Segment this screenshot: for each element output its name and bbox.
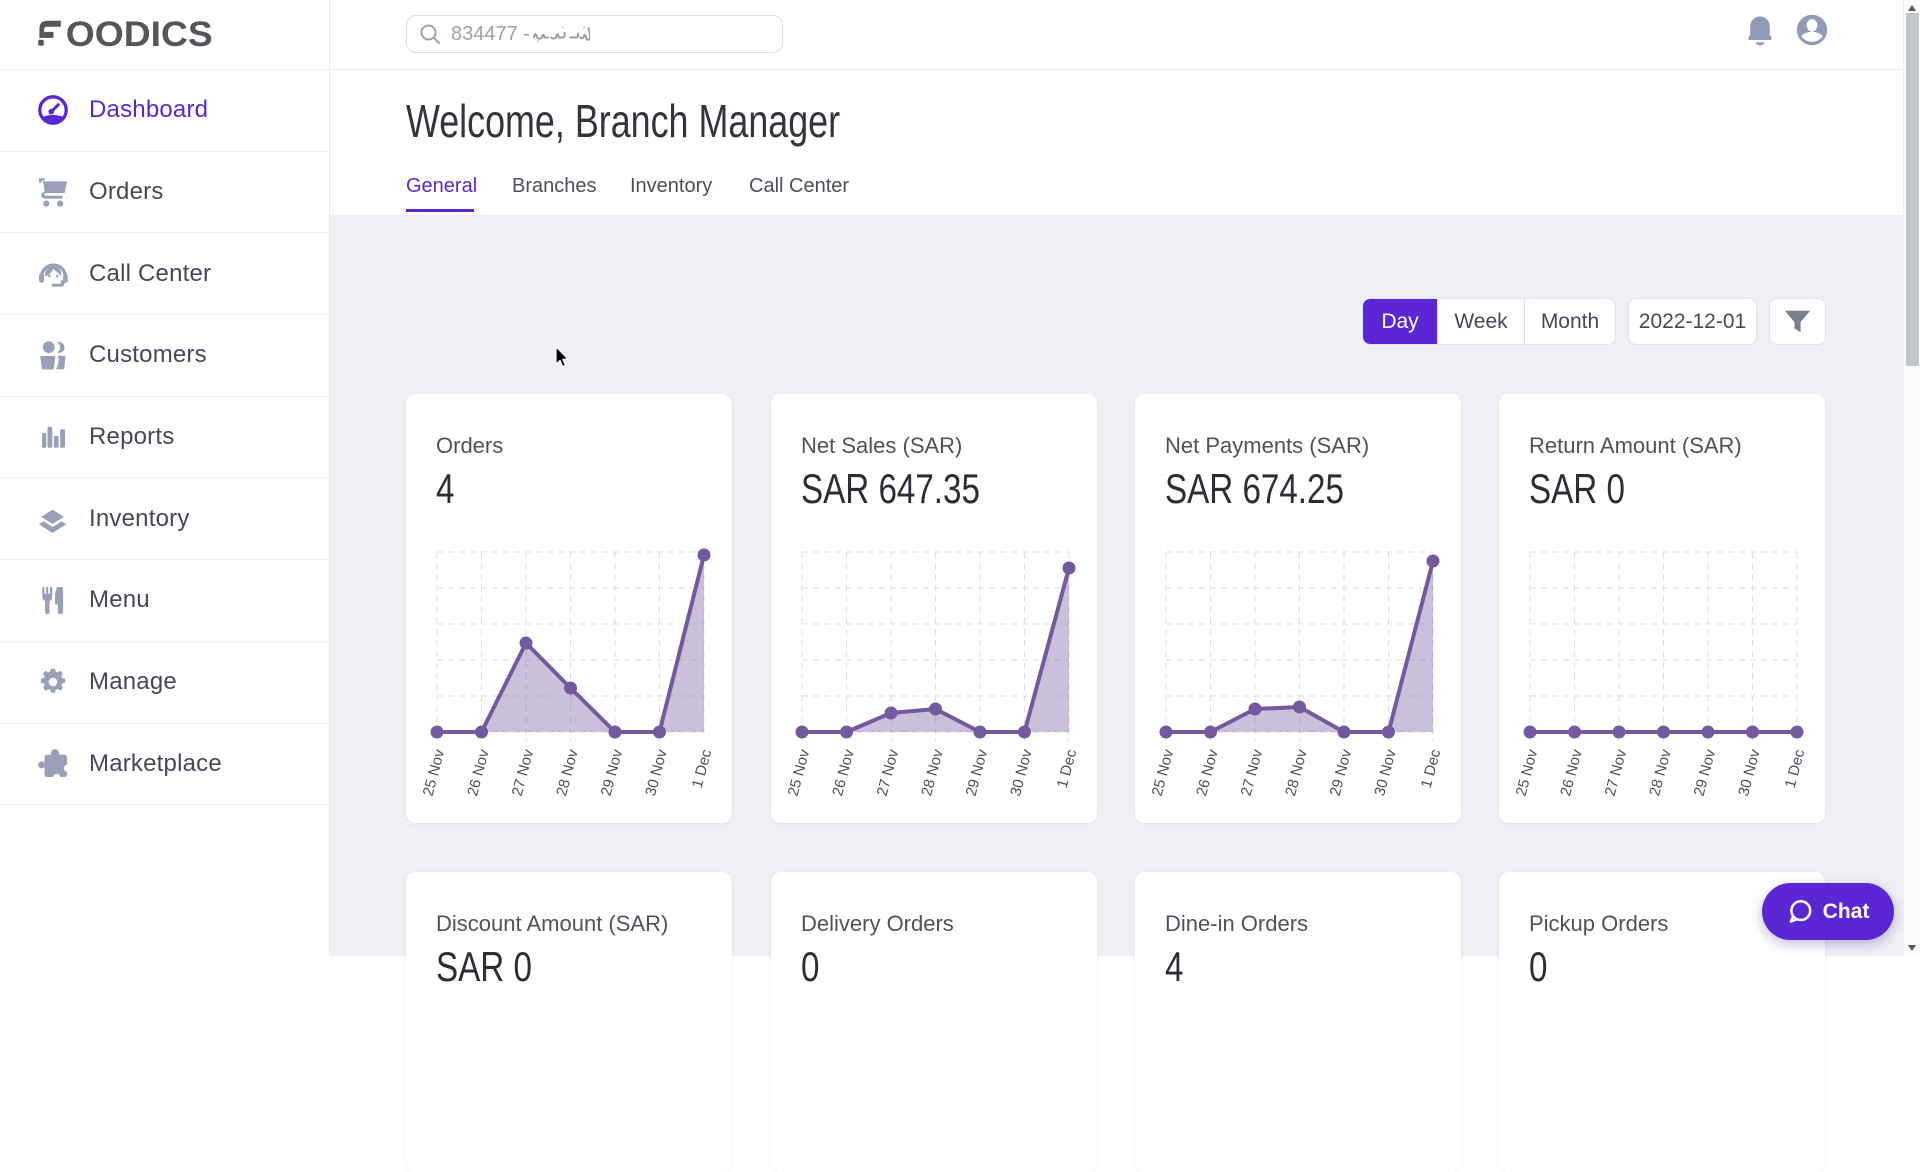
svg-text:29 Nov: 29 Nov: [1691, 747, 1720, 798]
svg-text:25 Nov: 25 Nov: [420, 747, 449, 798]
svg-text:26 Nov: 26 Nov: [829, 747, 858, 798]
svg-text:28 Nov: 28 Nov: [1646, 747, 1675, 798]
svg-text:29 Nov: 29 Nov: [963, 747, 992, 798]
svg-text:25 Nov: 25 Nov: [1149, 747, 1178, 798]
svg-text:27 Nov: 27 Nov: [1602, 747, 1631, 798]
svg-text:26 Nov: 26 Nov: [1557, 747, 1586, 798]
svg-text:27 Nov: 27 Nov: [1238, 747, 1267, 798]
svg-text:1 Dec: 1 Dec: [1782, 747, 1809, 790]
svg-text:1 Dec: 1 Dec: [689, 747, 716, 790]
svg-text:26 Nov: 26 Nov: [1193, 747, 1222, 798]
svg-text:27 Nov: 27 Nov: [874, 747, 903, 798]
svg-text:29 Nov: 29 Nov: [598, 747, 627, 798]
svg-text:30 Nov: 30 Nov: [1735, 747, 1764, 798]
svg-text:30 Nov: 30 Nov: [1371, 747, 1400, 798]
svg-text:28 Nov: 28 Nov: [553, 747, 582, 798]
svg-text:30 Nov: 30 Nov: [1007, 747, 1036, 798]
svg-text:1 Dec: 1 Dec: [1418, 747, 1445, 790]
svg-text:28 Nov: 28 Nov: [918, 747, 947, 798]
svg-text:30 Nov: 30 Nov: [642, 747, 671, 798]
svg-text:27 Nov: 27 Nov: [509, 747, 538, 798]
svg-text:1 Dec: 1 Dec: [1054, 747, 1081, 790]
svg-text:25 Nov: 25 Nov: [785, 747, 814, 798]
svg-text:28 Nov: 28 Nov: [1282, 747, 1311, 798]
svg-text:26 Nov: 26 Nov: [464, 747, 493, 798]
svg-text:25 Nov: 25 Nov: [1513, 747, 1542, 798]
svg-text:29 Nov: 29 Nov: [1327, 747, 1356, 798]
svg-text:OODICS: OODICS: [66, 18, 213, 49]
